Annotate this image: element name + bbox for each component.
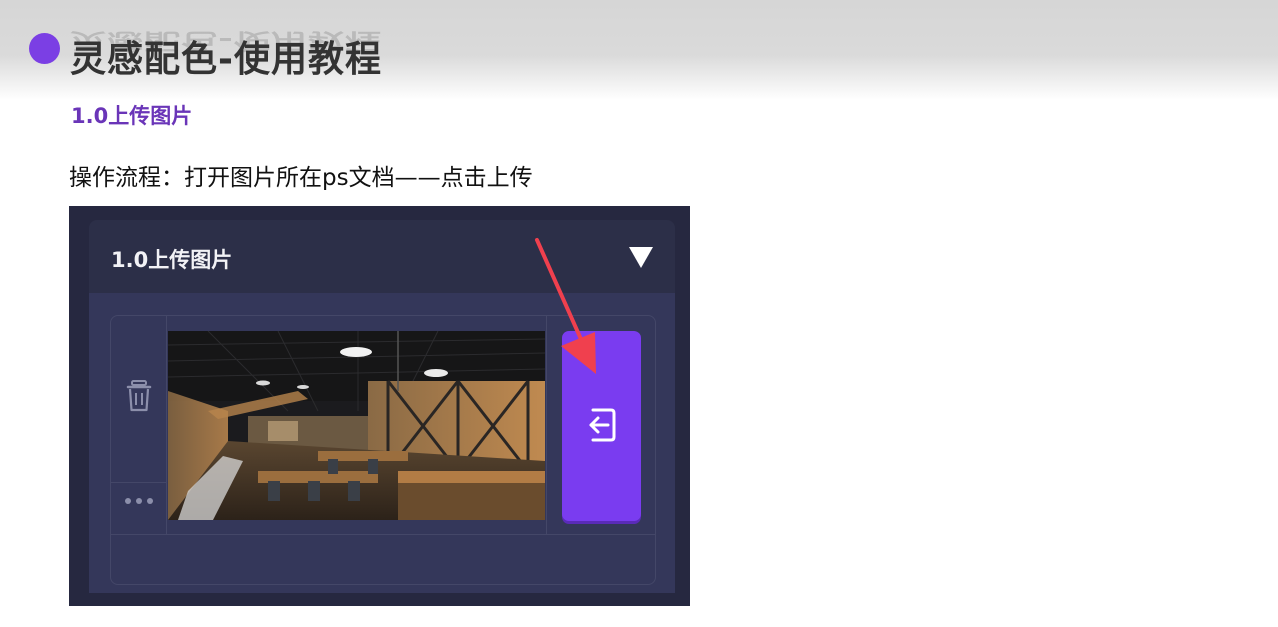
import-icon — [589, 408, 616, 442]
divider — [111, 482, 167, 483]
divider — [111, 534, 655, 535]
divider — [546, 316, 547, 534]
panel-header[interactable]: 1.0上传图片 — [89, 220, 675, 293]
upload-button[interactable] — [562, 331, 641, 521]
image-actions-column — [111, 316, 167, 534]
title-bullet-icon — [29, 33, 60, 64]
panel-body — [89, 293, 675, 593]
upload-area — [110, 315, 656, 585]
panel-header-title: 1.0上传图片 — [111, 248, 233, 272]
page-title: 灵感配色-使用教程 — [70, 39, 382, 80]
instruction-text: 操作流程：打开图片所在ps文档——点击上传 — [69, 165, 533, 191]
uploaded-image-thumbnail[interactable] — [168, 331, 545, 520]
section-heading: 1.0上传图片 — [71, 104, 193, 128]
trash-icon[interactable] — [126, 380, 152, 412]
triangle-down-icon[interactable] — [629, 247, 653, 268]
more-dots-icon[interactable] — [124, 496, 154, 506]
plugin-panel-screenshot: 1.0上传图片 — [69, 206, 690, 606]
